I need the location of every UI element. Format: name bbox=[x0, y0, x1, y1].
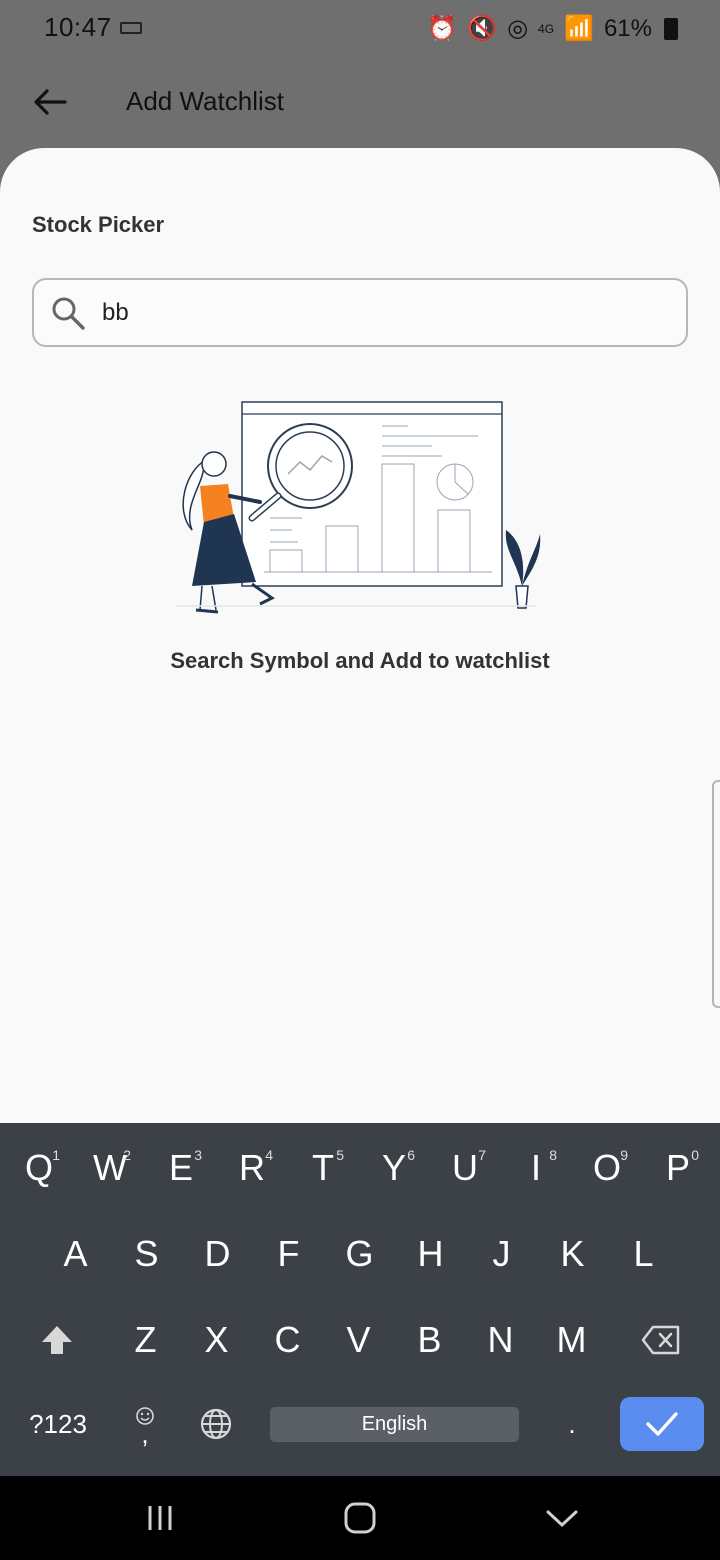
system-nav-bar bbox=[0, 1476, 720, 1560]
recent-apps-button[interactable] bbox=[140, 1498, 180, 1538]
key-d[interactable]: D bbox=[182, 1223, 253, 1285]
arrow-left-icon bbox=[34, 89, 67, 115]
soft-keyboard: Q1 W2 E3 R4 T5 Y6 U7 I8 O9 P0 A S D F G … bbox=[0, 1123, 720, 1476]
sheet-title: Stock Picker bbox=[32, 212, 165, 237]
key-s[interactable]: S bbox=[111, 1223, 182, 1285]
key-p[interactable]: P0 bbox=[643, 1137, 713, 1199]
status-bar: 10:47 ⏰ 🔇 ◎ 4G 📶 61% bbox=[0, 0, 720, 56]
space-key[interactable]: English bbox=[270, 1407, 519, 1442]
key-i[interactable]: I8 bbox=[501, 1137, 571, 1199]
key-j[interactable]: J bbox=[466, 1223, 537, 1285]
backspace-icon bbox=[641, 1325, 680, 1355]
mute-icon: 🔇 bbox=[467, 15, 498, 42]
key-w[interactable]: W2 bbox=[75, 1137, 145, 1199]
symbols-key[interactable]: ?123 bbox=[18, 1395, 98, 1453]
key-a[interactable]: A bbox=[40, 1223, 111, 1285]
back-button[interactable] bbox=[24, 76, 76, 128]
search-input[interactable] bbox=[102, 292, 662, 334]
key-v[interactable]: V bbox=[323, 1309, 394, 1371]
battery-icon bbox=[664, 17, 678, 40]
key-t[interactable]: T5 bbox=[288, 1137, 358, 1199]
enter-key[interactable] bbox=[620, 1397, 704, 1451]
key-z[interactable]: Z bbox=[110, 1309, 181, 1371]
key-n[interactable]: N bbox=[465, 1309, 536, 1371]
key-k[interactable]: K bbox=[537, 1223, 608, 1285]
key-h[interactable]: H bbox=[395, 1223, 466, 1285]
search-box[interactable] bbox=[32, 278, 688, 347]
hotspot-icon: ◎ bbox=[507, 15, 529, 42]
key-u[interactable]: U7 bbox=[430, 1137, 500, 1199]
search-icon bbox=[52, 297, 85, 330]
check-icon bbox=[646, 1412, 678, 1436]
search-illustration bbox=[176, 401, 541, 614]
key-x[interactable]: X bbox=[181, 1309, 252, 1371]
shift-icon bbox=[42, 1326, 72, 1354]
battery-percentage: 61% bbox=[603, 14, 652, 42]
key-m[interactable]: M bbox=[536, 1309, 607, 1371]
language-key[interactable] bbox=[190, 1395, 242, 1453]
signal-icon: 📶 bbox=[564, 15, 594, 42]
shift-key[interactable] bbox=[22, 1309, 92, 1371]
key-b[interactable]: B bbox=[394, 1309, 465, 1371]
chevron-down-icon bbox=[546, 1510, 578, 1528]
key-y[interactable]: Y6 bbox=[359, 1137, 429, 1199]
key-q[interactable]: Q1 bbox=[4, 1137, 74, 1199]
key-c[interactable]: C bbox=[252, 1309, 323, 1371]
empty-state-message: Search Symbol and Add to watchlist bbox=[170, 648, 550, 673]
back-nav-button[interactable] bbox=[542, 1498, 582, 1538]
keyboard-indicator-icon bbox=[120, 22, 142, 34]
page-title: Add Watchlist bbox=[126, 86, 284, 116]
network-type: 4G bbox=[538, 21, 555, 36]
key-o[interactable]: O9 bbox=[572, 1137, 642, 1199]
key-l[interactable]: L bbox=[608, 1223, 679, 1285]
status-icons: ⏰ 🔇 ◎ 4G 📶 61% bbox=[427, 14, 678, 43]
comma-label: , bbox=[141, 1419, 149, 1449]
stock-picker-sheet: Stock Picker bb Search Symbol and Add to… bbox=[0, 148, 720, 1123]
app-bar: Add Watchlist bbox=[0, 56, 720, 148]
scroll-handle[interactable] bbox=[712, 780, 720, 1008]
emoji-key[interactable]: , bbox=[116, 1395, 174, 1453]
period-key[interactable]: . bbox=[546, 1395, 598, 1453]
backspace-key[interactable] bbox=[624, 1309, 698, 1371]
key-g[interactable]: G bbox=[324, 1223, 395, 1285]
globe-icon bbox=[200, 1408, 232, 1440]
status-time: 10:47 bbox=[44, 12, 112, 42]
alarm-icon: ⏰ bbox=[427, 15, 458, 42]
home-icon bbox=[344, 1502, 376, 1534]
key-r[interactable]: R4 bbox=[217, 1137, 287, 1199]
home-button[interactable] bbox=[340, 1498, 380, 1538]
key-f[interactable]: F bbox=[253, 1223, 324, 1285]
recent-apps-icon bbox=[148, 1506, 172, 1530]
key-e[interactable]: E3 bbox=[146, 1137, 216, 1199]
